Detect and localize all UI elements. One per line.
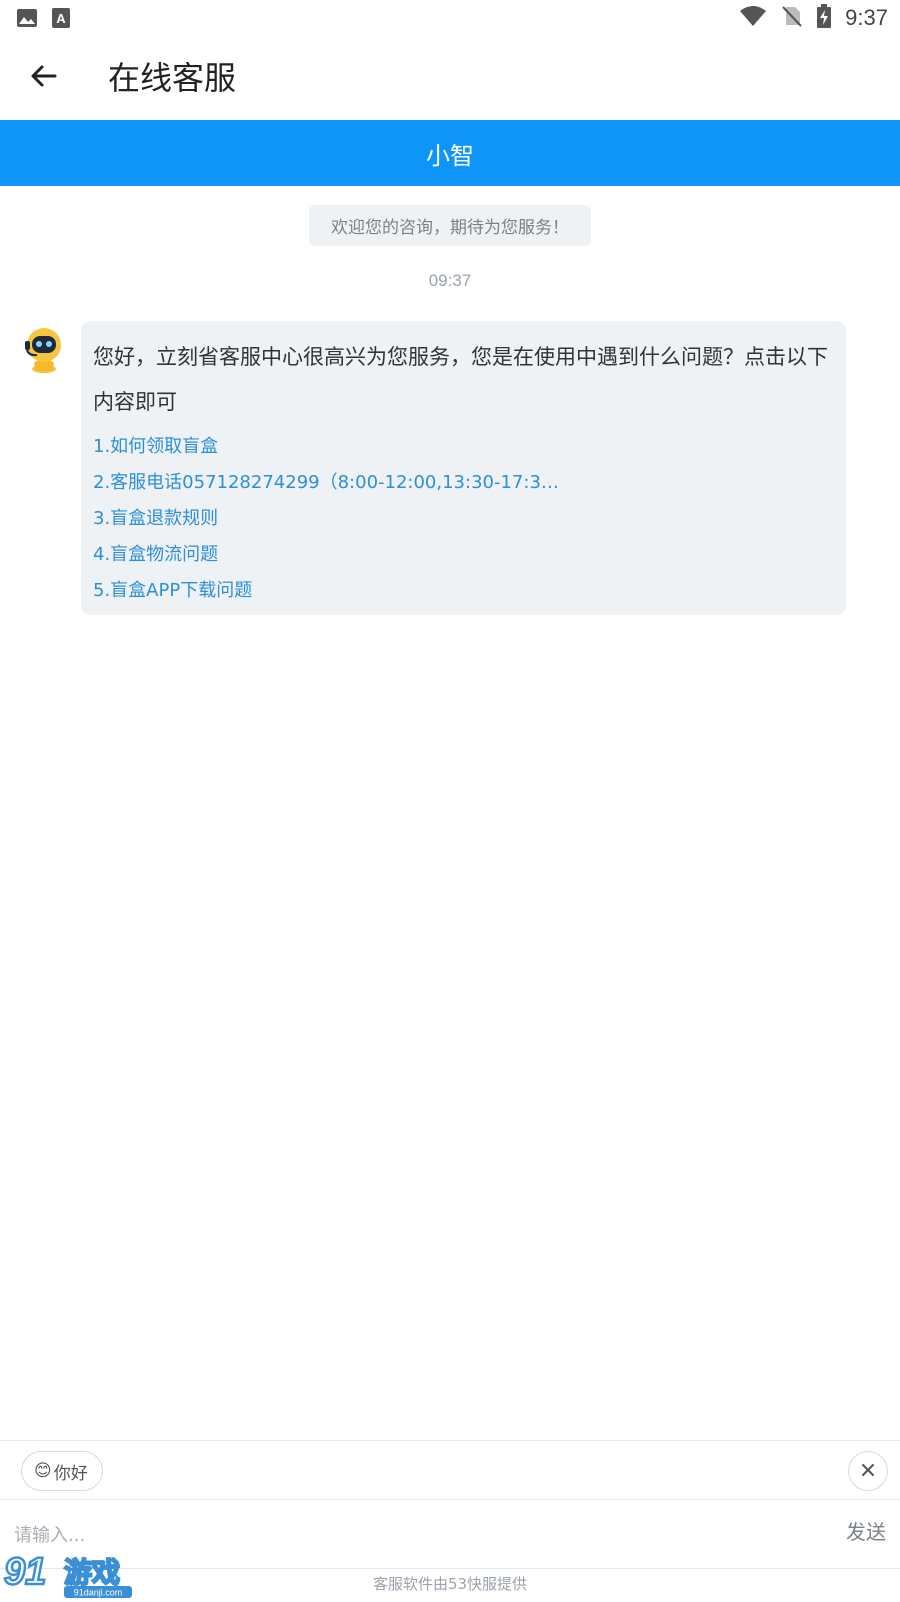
quick-reply-bar: 😊 你好 (0, 1440, 900, 1500)
robot-avatar-icon (23, 325, 65, 373)
send-button[interactable]: 发送 (846, 1516, 886, 1545)
a-text-icon: A (52, 8, 70, 32)
watermark-logo: 91 游戏 91danji.com (2, 1548, 134, 1598)
faq-link[interactable]: 5.盲盒APP下载问题 (93, 573, 834, 609)
wifi-icon (739, 5, 767, 31)
message-timestamp: 09:37 (428, 271, 472, 290)
faq-link[interactable]: 3.盲盒退款规则 (93, 501, 834, 537)
quick-reply-chip[interactable]: 😊 你好 (21, 1451, 103, 1491)
smile-emoji-icon: 😊 (34, 1461, 52, 1481)
status-time: 9:37 (845, 5, 888, 30)
faq-link-list: 1.如何领取盲盒 2.客服电话057128274299（8:00-12:00,1… (93, 429, 834, 609)
no-sim-icon (781, 5, 803, 31)
page-title: 在线客服 (108, 59, 237, 97)
app-bar: 在线客服 (0, 36, 900, 120)
agent-header: 小智 (0, 120, 900, 186)
image-icon (16, 8, 38, 32)
faq-link[interactable]: 4.盲盒物流问题 (93, 537, 834, 573)
faq-link[interactable]: 2.客服电话057128274299（8:00-12:00,13:30-17:3… (93, 465, 834, 501)
svg-text:91danji.com: 91danji.com (74, 1588, 123, 1598)
composer: 发送 (0, 1500, 900, 1568)
welcome-message: 欢迎您的咨询，期待为您服务！ (309, 205, 591, 246)
svg-text:91: 91 (4, 1551, 46, 1593)
svg-text:游戏: 游戏 (64, 1556, 120, 1589)
faq-link[interactable]: 1.如何领取盲盒 (93, 429, 834, 465)
close-quick-replies-button[interactable] (848, 1451, 888, 1491)
close-icon (861, 1462, 875, 1481)
powered-by-note: 客服软件由53快服提供 (0, 1568, 900, 1600)
status-bar: A 9:37 (0, 0, 900, 36)
bot-message-text: 您好，立刻省客服中心很高兴为您服务，您是在使用中遇到什么问题？点击以下内容即可 (93, 345, 828, 414)
arrow-left-icon (29, 61, 59, 95)
back-button[interactable] (22, 56, 66, 100)
agent-name: 小智 (426, 141, 474, 170)
battery-charging-icon (817, 4, 832, 32)
quick-reply-label: 你好 (53, 1463, 88, 1484)
bot-message-bubble: 您好，立刻省客服中心很高兴为您服务，您是在使用中遇到什么问题？点击以下内容即可 … (81, 321, 846, 615)
svg-text:A: A (56, 11, 66, 26)
